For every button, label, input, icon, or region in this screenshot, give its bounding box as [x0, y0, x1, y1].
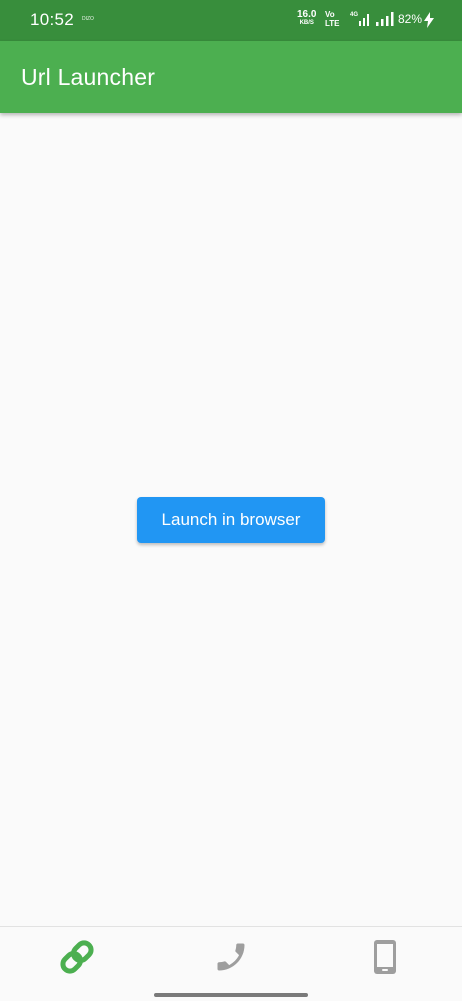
link-icon [60, 940, 94, 974]
charging-icon [424, 12, 434, 28]
nav-item-phone[interactable] [154, 927, 308, 987]
gesture-navigation-bar[interactable] [154, 993, 308, 997]
nav-item-link[interactable] [0, 927, 154, 987]
status-time: 10:52 [30, 10, 75, 29]
nav-item-device[interactable] [308, 927, 462, 987]
volte-bottom: LTE [325, 19, 340, 28]
battery-level: 82% [398, 12, 423, 26]
signal-strength-icon-2 [376, 12, 394, 26]
launch-in-browser-button[interactable]: Launch in browser [137, 497, 325, 543]
signal-strength-icon [359, 14, 369, 26]
bottom-navigation [0, 926, 462, 1001]
status-bar: 10:52 DIZO 16.0 KB/S Vo LTE 4G 82% [0, 0, 462, 41]
app-title: Url Launcher [21, 64, 156, 90]
smartphone-icon [374, 940, 396, 974]
network-speed: 16.0 KB/S [297, 10, 316, 28]
volte-indicator: Vo LTE [325, 10, 340, 28]
app-bar: Url Launcher [0, 41, 462, 113]
carrier-label: DIZO [82, 16, 94, 22]
network-speed-unit: KB/S [299, 20, 314, 26]
phone-icon [217, 943, 245, 971]
volte-top: Vo [325, 10, 335, 19]
